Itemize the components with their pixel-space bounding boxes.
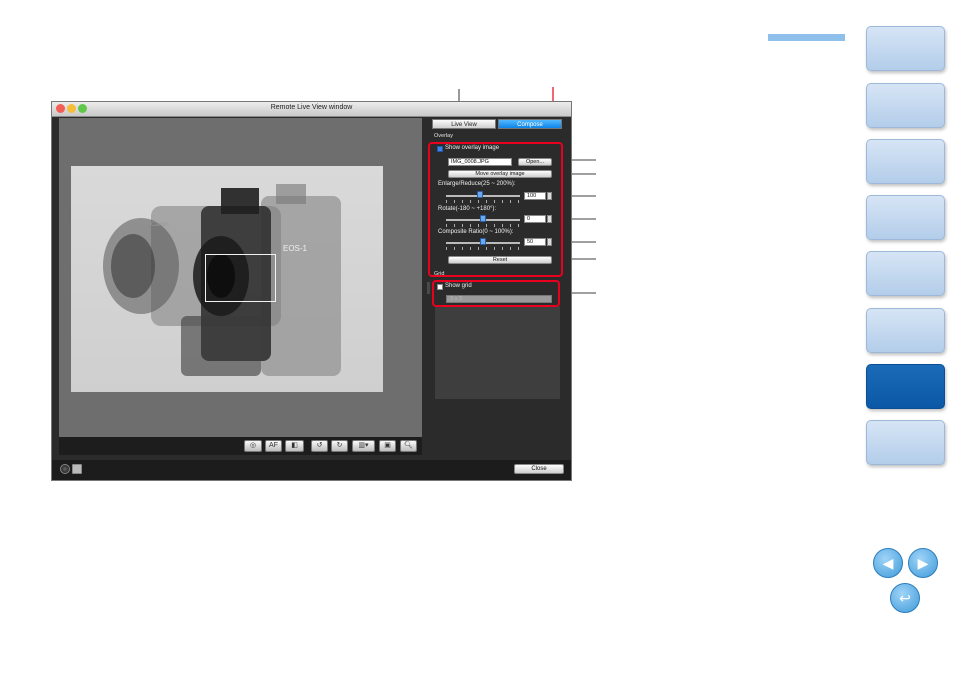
remote-live-view-window: Remote Live View window EOS-1 Canon ◎ AF… xyxy=(51,101,572,481)
window-title: Remote Live View window xyxy=(270,104,353,111)
return-icon[interactable]: ↩ xyxy=(890,583,920,613)
compose-panel: Live View Compose Overlay Show overlay i… xyxy=(428,116,567,461)
magnify-frame[interactable] xyxy=(205,254,276,302)
rotate-right-icon[interactable]: ↻ xyxy=(331,440,348,452)
magnify-icon[interactable]: 🔍︎ xyxy=(400,440,417,452)
rotate-left-icon[interactable]: ↺ xyxy=(311,440,328,452)
tab-compose[interactable]: Compose xyxy=(498,119,562,129)
connection-icon xyxy=(72,464,82,474)
svg-text:EOS-1: EOS-1 xyxy=(283,244,308,253)
camera-status-icon xyxy=(60,464,70,474)
overlay-highlight-box xyxy=(428,142,563,277)
white-balance-icon[interactable]: ◧ xyxy=(285,440,304,452)
live-view-image: EOS-1 Canon xyxy=(71,166,383,392)
next-page-icon[interactable]: ▶ xyxy=(908,548,938,578)
panel-empty-area xyxy=(435,306,560,399)
viewer-toolbar: ◎ AF ◧ ↺ ↻ ▥▾ ▣ 🔍︎ xyxy=(59,437,422,455)
screen-icon[interactable]: ▣ xyxy=(379,440,396,452)
window-statusbar: Close xyxy=(52,460,571,480)
tab-live-view[interactable]: Live View xyxy=(432,119,496,129)
panel-divider-handle[interactable] xyxy=(427,282,430,294)
previous-page-icon[interactable]: ◀ xyxy=(873,548,903,578)
overlay-section-label: Overlay xyxy=(434,133,453,139)
grid-highlight-box xyxy=(432,280,560,307)
window-titlebar: Remote Live View window xyxy=(52,102,571,117)
close-button[interactable]: Close xyxy=(514,464,564,474)
grid-toggle-icon[interactable]: ▥▾ xyxy=(352,440,375,452)
svg-text:Canon: Canon xyxy=(151,222,169,228)
live-view-area: EOS-1 Canon xyxy=(59,118,422,455)
auto-focus-icon[interactable]: AF xyxy=(265,440,282,452)
focus-icon[interactable]: ◎ xyxy=(244,440,262,452)
